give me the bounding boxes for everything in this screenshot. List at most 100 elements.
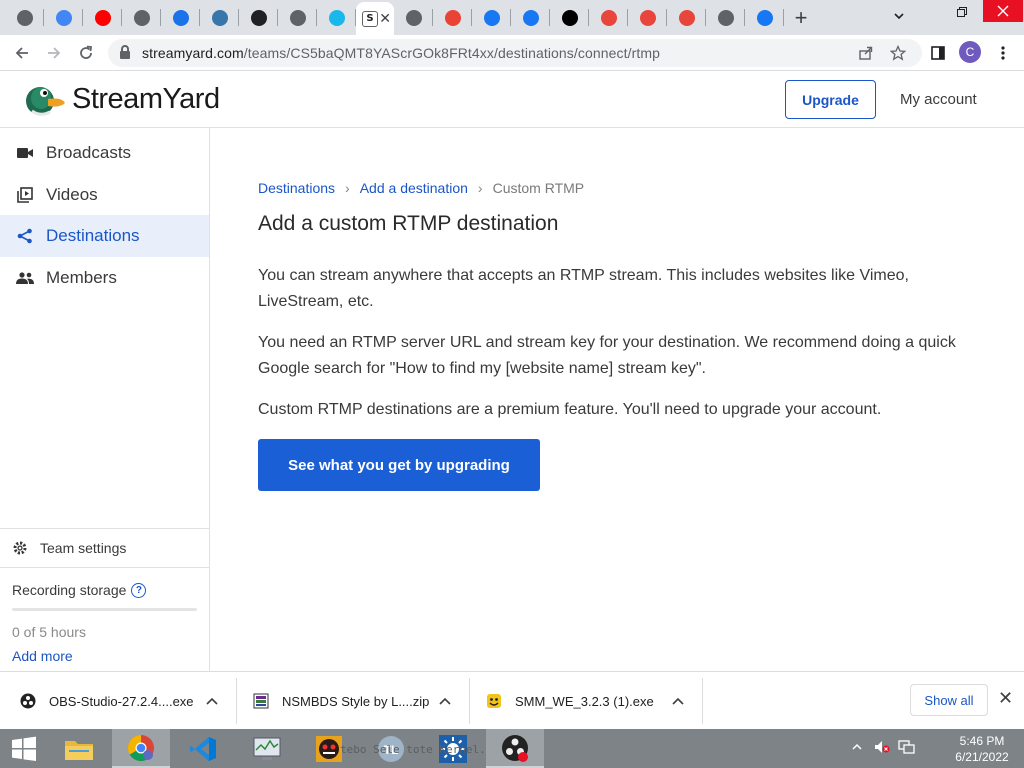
browser-tab[interactable]	[239, 0, 278, 35]
download-item[interactable]: NSMBDS Style by L....zip	[253, 678, 463, 724]
chrome-taskbar-icon[interactable]	[112, 729, 170, 768]
back-arrow-icon[interactable]	[6, 37, 38, 69]
browser-tab[interactable]	[628, 0, 667, 35]
volume-muted-icon[interactable]	[874, 740, 890, 757]
address-bar-row: streamyard.com/teams/CS5baQMT8YAScrGOk8F…	[0, 35, 1024, 71]
clock-date: 6/21/2022	[955, 750, 1009, 764]
chrome-icon	[717, 9, 734, 26]
download-filename: NSMBDS Style by L....zip	[282, 693, 430, 709]
windows-start-icon[interactable]	[0, 729, 48, 768]
bookmark-star-icon[interactable]	[890, 39, 906, 67]
browser-tab[interactable]	[433, 0, 472, 35]
forward-arrow-icon[interactable]	[38, 37, 70, 69]
vscode-icon[interactable]	[174, 729, 232, 768]
chevron-up-icon[interactable]	[672, 694, 684, 708]
youtube-icon	[94, 9, 111, 26]
winrar-icon	[253, 693, 269, 709]
restore-window-icon[interactable]	[950, 0, 974, 24]
breadcrumb-add-destination[interactable]: Add a destination	[360, 180, 468, 196]
premium-notice-paragraph: Custom RTMP destinations are a premium f…	[258, 401, 882, 418]
browser-tab[interactable]	[5, 0, 44, 35]
intro-paragraph: You can stream anywhere that accepts an …	[258, 267, 909, 310]
url-omnibox[interactable]: streamyard.com/teams/CS5baQMT8YAScrGOk8F…	[108, 39, 922, 67]
windows-taskbar: TL tebo Sele tote Kernel. 5:46 PM 6/21/2…	[0, 729, 1024, 768]
breadcrumb: Destinations › Add a destination › Custo…	[258, 180, 584, 196]
team-settings-label: Team settings	[40, 540, 127, 556]
profile-avatar[interactable]: C	[959, 41, 981, 63]
team-settings-link[interactable]: Team settings	[0, 528, 209, 567]
globe-icon	[289, 9, 306, 26]
close-downloads-icon[interactable]: ✕	[998, 688, 1013, 709]
browser-tab[interactable]	[44, 0, 83, 35]
facebook-icon	[483, 9, 500, 26]
smm-icon	[487, 694, 501, 708]
browser-tab[interactable]	[511, 0, 550, 35]
browser-tab[interactable]	[317, 0, 356, 35]
reload-icon[interactable]	[70, 37, 102, 69]
system-clock[interactable]: 5:46 PM 6/21/2022	[940, 733, 1024, 765]
browser-tab[interactable]	[706, 0, 745, 35]
browser-tab[interactable]	[550, 0, 589, 35]
globe-icon	[16, 9, 33, 26]
recording-storage-panel: Recording storage ? 0 of 5 hours Add mor…	[0, 567, 209, 671]
obs-taskbar-icon[interactable]	[486, 729, 544, 768]
recording-storage-label: Recording storage	[12, 582, 127, 598]
file-explorer-icon[interactable]	[50, 729, 108, 768]
download-item[interactable]: SMM_WE_3.2.3 (1).exe	[486, 678, 696, 724]
browser-tab[interactable]	[472, 0, 511, 35]
close-window-icon[interactable]	[983, 0, 1023, 22]
storage-used-text: 0 of 5 hours	[12, 624, 86, 640]
browser-tab[interactable]	[278, 0, 317, 35]
sidebar-item-label: Destinations	[46, 226, 140, 245]
my-account-link[interactable]: My account	[900, 91, 977, 108]
tray-overflow-chevron-icon[interactable]	[852, 740, 862, 754]
chrome-icon	[405, 9, 422, 26]
browser-tab[interactable]	[161, 0, 200, 35]
breadcrumb-separator: ›	[345, 180, 350, 196]
menu-kebab-icon[interactable]	[987, 37, 1019, 69]
link-icon	[172, 9, 189, 26]
share-page-icon[interactable]	[858, 39, 874, 67]
side-panel-icon[interactable]	[922, 37, 954, 69]
tab-close-icon[interactable]: ✕	[379, 11, 391, 27]
browser-tab[interactable]	[589, 0, 628, 35]
video-library-icon	[16, 186, 34, 204]
network-icon[interactable]	[898, 740, 916, 757]
sidebar-item-label: Members	[46, 267, 117, 287]
browser-tab[interactable]	[122, 0, 161, 35]
sidebar-item-members[interactable]: Members	[0, 257, 209, 299]
github-icon	[250, 9, 267, 26]
tab-search-chevron-icon[interactable]	[886, 4, 912, 28]
download-item[interactable]: OBS-Studio-27.2.4....exe	[20, 678, 230, 724]
browser-tab[interactable]	[667, 0, 706, 35]
download-divider	[236, 678, 237, 724]
task-manager-icon[interactable]	[238, 729, 296, 768]
browser-tab[interactable]	[200, 0, 239, 35]
sidebar-item-label: Broadcasts	[46, 143, 132, 162]
new-tab-button[interactable]: +	[784, 0, 818, 35]
browser-tab[interactable]: S ✕	[356, 2, 394, 35]
breadcrumb-destinations[interactable]: Destinations	[258, 180, 335, 196]
add-more-link[interactable]: Add more	[12, 648, 197, 664]
play-icon	[678, 9, 695, 26]
lock-icon[interactable]	[120, 45, 130, 59]
sidebar-item-destinations[interactable]: Destinations	[0, 215, 209, 257]
recording-storage-title: Recording storage ?	[12, 582, 197, 598]
browser-tab[interactable]	[394, 0, 433, 35]
facebook-icon	[756, 9, 773, 26]
browser-tab[interactable]	[83, 0, 122, 35]
upgrade-button[interactable]: Upgrade	[785, 80, 876, 119]
taskbar-ghost-text: tebo Sele tote Kernel.	[340, 743, 486, 756]
show-all-downloads-button[interactable]: Show all	[910, 684, 988, 716]
download-divider	[469, 678, 470, 724]
streamyard-logo[interactable]: StreamYard	[24, 81, 220, 117]
see-upgrade-benefits-button[interactable]: See what you get by upgrading	[258, 439, 540, 491]
sidebar-item-broadcasts[interactable]: Broadcasts	[0, 132, 209, 174]
sidebar-item-videos[interactable]: Videos	[0, 174, 209, 216]
chevron-up-icon[interactable]	[439, 694, 451, 708]
chevron-up-icon[interactable]	[206, 694, 218, 708]
duck-logo-icon	[26, 87, 65, 116]
streamyard-icon: S	[362, 10, 378, 27]
browser-tab[interactable]	[745, 0, 784, 35]
help-question-icon[interactable]: ?	[131, 582, 147, 598]
